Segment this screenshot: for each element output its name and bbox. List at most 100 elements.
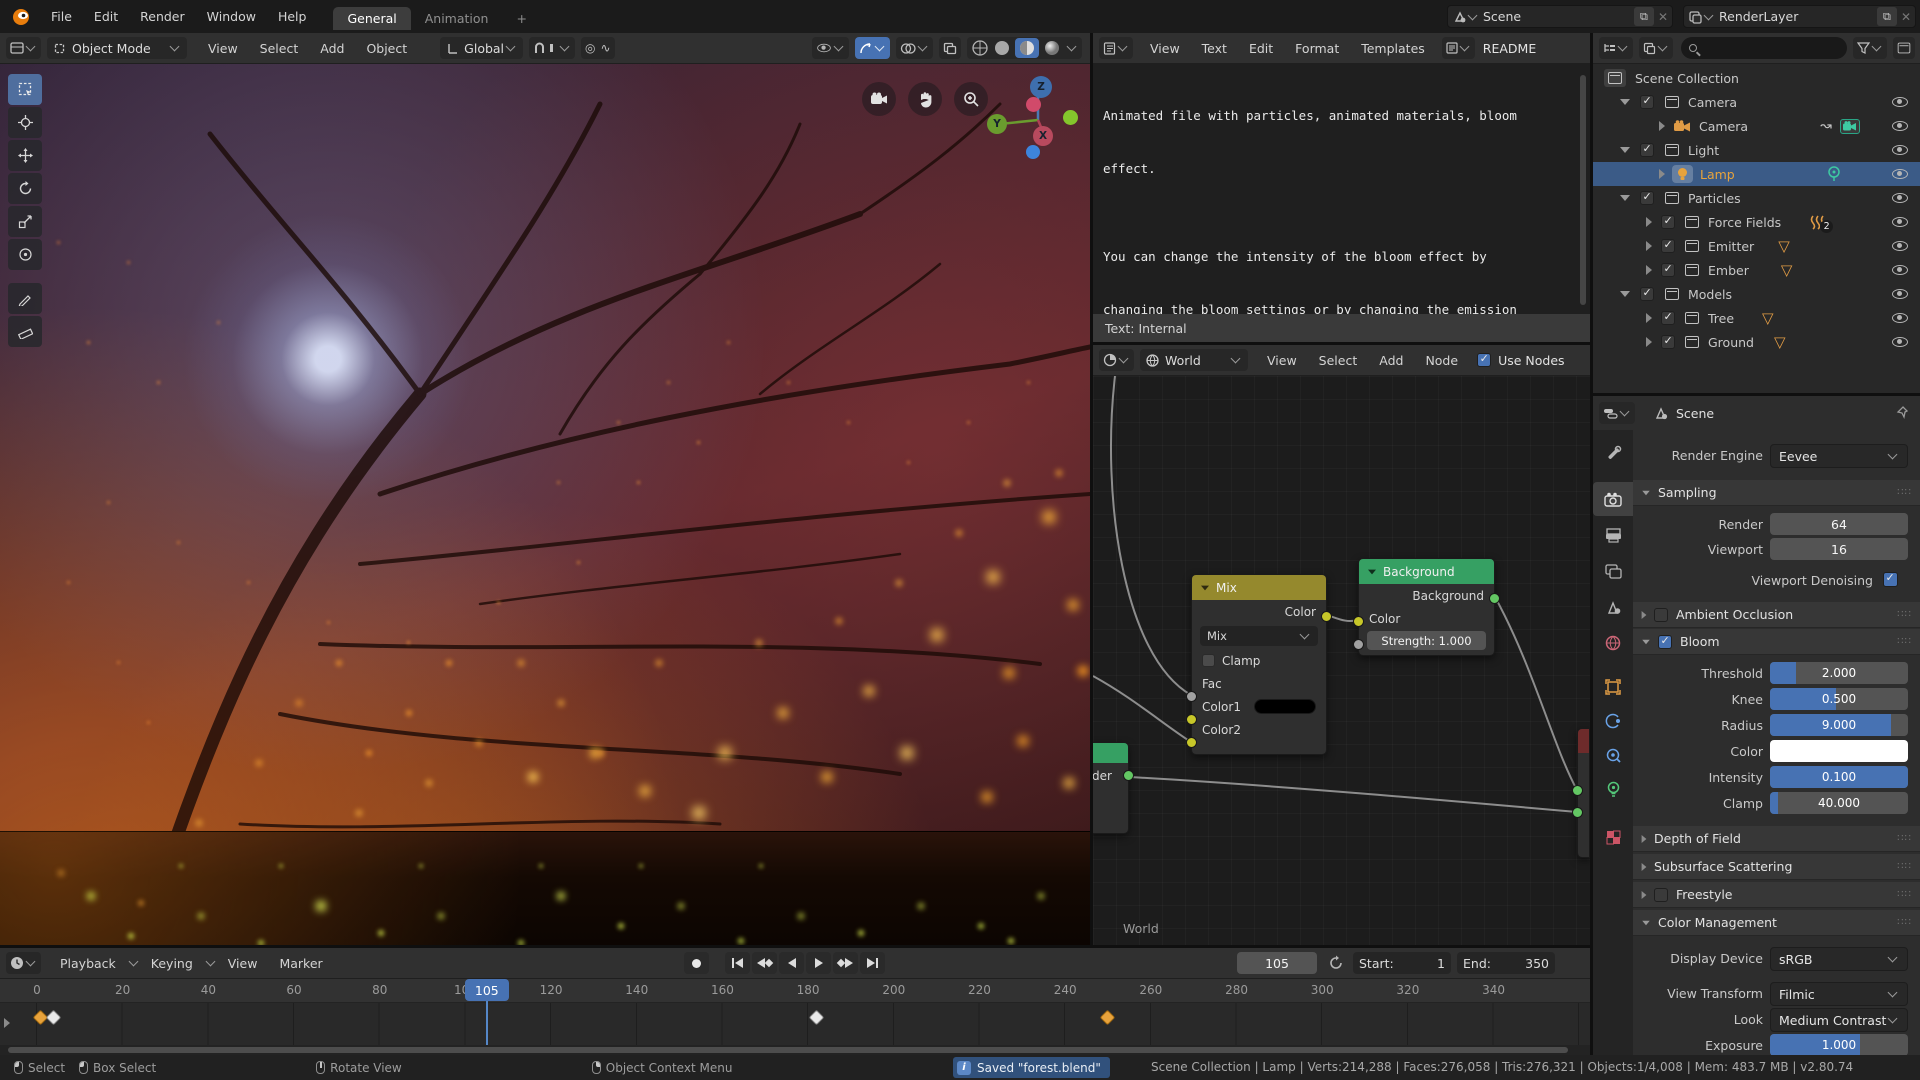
hide-eye-icon[interactable] (1892, 241, 1908, 251)
tab-texture[interactable] (1593, 820, 1633, 854)
shading-solid-icon[interactable] (993, 39, 1011, 57)
disclosure-icon[interactable] (1646, 265, 1652, 275)
tool-select-box[interactable] (8, 74, 42, 105)
row-label[interactable]: Lamp (1700, 167, 1735, 182)
bloom-checkbox[interactable] (1658, 635, 1672, 649)
frame-end-field[interactable]: End:350 (1457, 952, 1555, 974)
collection-checkbox[interactable] (1640, 143, 1654, 157)
node-menu-add[interactable]: Add (1368, 353, 1414, 368)
xray-toggle-button[interactable] (939, 37, 961, 59)
timeline-ruler[interactable]: 0204060801001201401601802002202402602803… (0, 979, 1590, 1003)
light-data-icon[interactable] (1827, 166, 1841, 182)
mode-dropdown[interactable]: Object Mode (47, 37, 187, 59)
node-menu-view[interactable]: View (1256, 353, 1308, 368)
shader-output-socket[interactable] (1123, 770, 1134, 781)
row-label[interactable]: Models (1688, 287, 1732, 302)
outliner-row-camera-collection[interactable]: Camera (1593, 90, 1920, 114)
timeline-menu-marker[interactable]: Marker (268, 956, 333, 971)
visibility-button[interactable] (812, 37, 849, 59)
hide-eye-icon[interactable] (1892, 217, 1908, 227)
color-management-header[interactable]: Color Management ∷∷ (1633, 910, 1920, 936)
outliner-row-light-collection[interactable]: Light (1593, 138, 1920, 162)
new-collection-button[interactable] (1893, 37, 1915, 59)
drag-grip-icon[interactable]: ∷∷ (1897, 833, 1912, 844)
editor-type-button[interactable] (1099, 37, 1133, 59)
viewport-denoising-checkbox[interactable] (1883, 572, 1898, 587)
scene-selector[interactable]: Scene ⧉ ✕ (1447, 5, 1673, 28)
tab-scene[interactable] (1593, 590, 1633, 624)
render-engine-dropdown[interactable]: Eevee (1770, 444, 1908, 468)
timeline-menu-keying[interactable]: Keying (140, 956, 204, 971)
sampling-render-field[interactable]: 64 (1770, 513, 1908, 535)
outliner-row-camera-object[interactable]: Camera ↝ (1593, 114, 1920, 138)
background-node[interactable]: Background Background Color Strength: 1.… (1358, 558, 1495, 656)
exposure-slider[interactable]: 1.000 (1770, 1034, 1908, 1055)
clamp-checkbox[interactable] (1202, 654, 1215, 667)
collapse-icon[interactable] (1201, 585, 1209, 590)
timeline-menu-view[interactable]: View (217, 956, 269, 971)
row-label[interactable]: Scene Collection (1635, 71, 1739, 86)
mix-clamp-row[interactable]: Clamp (1192, 649, 1326, 672)
tool-measure[interactable] (8, 316, 42, 347)
gizmo-minus-y-ball[interactable] (1063, 110, 1078, 125)
output-surface-socket[interactable] (1572, 785, 1583, 796)
pin-icon[interactable] (1896, 406, 1910, 420)
scrollbar-thumb[interactable] (8, 1047, 1568, 1053)
current-frame-field[interactable]: 105 (1237, 952, 1317, 974)
tool-annotate[interactable] (8, 283, 42, 314)
collection-checkbox[interactable] (1661, 335, 1675, 349)
new-render-layer-button[interactable]: ⧉ (1877, 7, 1897, 26)
collection-checkbox[interactable] (1640, 191, 1654, 205)
use-nodes-checkbox[interactable] (1477, 353, 1491, 367)
tab-tool[interactable] (1593, 436, 1633, 470)
tab-object-data-light[interactable] (1593, 772, 1633, 806)
viewport-menu-object[interactable]: Object (355, 41, 418, 56)
text-menu-edit[interactable]: Edit (1238, 41, 1284, 56)
node-menu-select[interactable]: Select (1308, 353, 1369, 368)
collection-checkbox[interactable] (1661, 215, 1675, 229)
hide-eye-icon[interactable] (1892, 97, 1908, 107)
mix-node-header[interactable]: Mix (1192, 575, 1326, 600)
axis-gizmo[interactable]: Z Y X (968, 66, 1090, 196)
view-transform-dropdown[interactable]: Filmic (1770, 982, 1908, 1006)
tab-view-layer[interactable] (1593, 554, 1633, 588)
text-menu-format[interactable]: Format (1284, 41, 1350, 56)
collapse-icon[interactable] (1368, 569, 1376, 574)
snap-button[interactable] (529, 37, 575, 59)
gizmo-z-ball[interactable]: Z (1030, 76, 1052, 98)
disclosure-icon[interactable] (1646, 217, 1652, 227)
timeline-menu-playback[interactable]: Playback (49, 956, 127, 971)
mix-color-output-socket[interactable] (1321, 611, 1332, 622)
strength-field[interactable]: Strength: 1.000 (1367, 631, 1486, 650)
disclosure-icon[interactable] (1620, 195, 1630, 201)
hide-eye-icon[interactable] (1892, 121, 1908, 131)
jump-to-end-button[interactable] (860, 952, 885, 974)
keyframe-diamond[interactable] (808, 1010, 824, 1026)
filter-button[interactable] (1853, 37, 1887, 59)
background-node-header[interactable]: Background (1359, 559, 1494, 584)
background-output-socket[interactable] (1489, 593, 1500, 604)
row-label[interactable]: Camera (1699, 119, 1748, 134)
editor-type-button[interactable] (6, 37, 41, 59)
workspace-tab-general[interactable]: General (333, 7, 410, 30)
sampling-viewport-field[interactable]: 16 (1770, 538, 1908, 560)
bloom-clamp-slider[interactable]: 40.000 (1770, 792, 1908, 814)
row-label[interactable]: Camera (1688, 95, 1737, 110)
drag-grip-icon[interactable]: ∷∷ (1897, 889, 1912, 900)
outliner-row-tree[interactable]: Tree ▽ (1593, 306, 1920, 330)
render-layer-selector[interactable]: RenderLayer ⧉ ✕ (1683, 5, 1916, 28)
viewport-canvas[interactable]: Z Y X (0, 64, 1090, 945)
row-label[interactable]: Light (1688, 143, 1719, 158)
menu-help[interactable]: Help (267, 9, 318, 24)
add-workspace-button[interactable]: + (502, 7, 540, 30)
next-keyframe-button[interactable] (833, 952, 858, 974)
channel-expand-icon[interactable] (4, 1018, 10, 1028)
outliner-row-ember[interactable]: Ember ▽ (1593, 258, 1920, 282)
close-icon[interactable]: ✕ (1658, 10, 1668, 24)
ambient-occlusion-header[interactable]: Ambient Occlusion ∷∷ (1633, 602, 1920, 628)
menu-render[interactable]: Render (129, 9, 196, 24)
row-label[interactable]: Ground (1708, 335, 1754, 350)
bloom-header[interactable]: Bloom ∷∷ (1633, 629, 1920, 655)
timeline-track[interactable] (0, 1003, 1590, 1045)
text-datablock-button[interactable] (1442, 37, 1475, 59)
